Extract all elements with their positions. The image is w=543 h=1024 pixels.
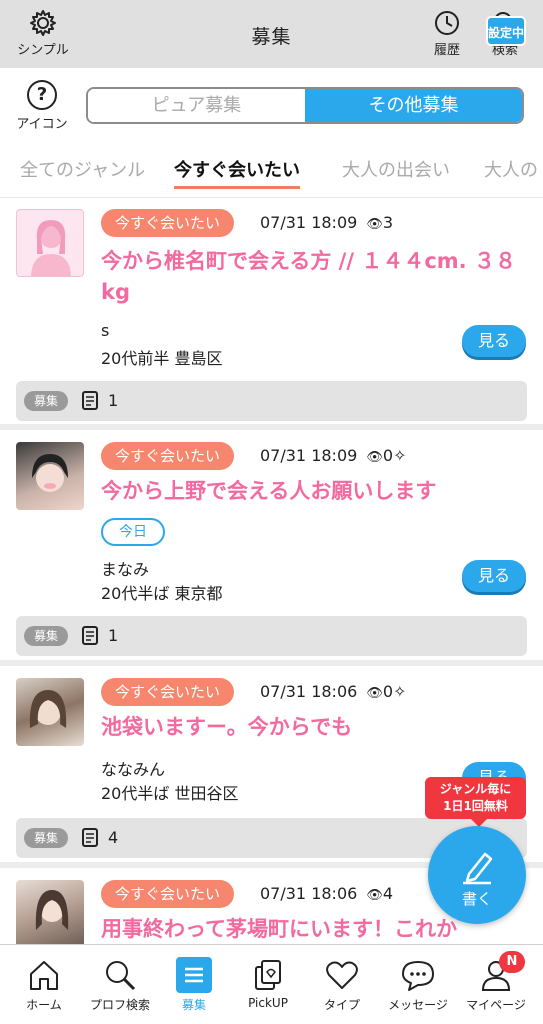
post-meta: 07/31 18:06 👁0✧ [260, 682, 407, 701]
document-icon [82, 626, 98, 645]
icon-help-button[interactable]: ? アイコン [10, 80, 74, 132]
recruit-count: 1 [108, 626, 119, 645]
post-meta: 07/31 18:09 👁0✧ [260, 446, 407, 465]
user-photo-icon [32, 454, 68, 492]
nav-pickup-label: PickUP [248, 996, 288, 1010]
tab-other-recruit[interactable]: その他募集 [305, 89, 522, 122]
genre-pill: 今すぐ会いたい [101, 442, 235, 470]
history-label: 履歴 [433, 43, 460, 58]
genre-tab-adult[interactable]: 大人の出会い [342, 156, 450, 182]
user-name: s [101, 321, 110, 340]
recruit-pill: 募集 [24, 626, 69, 646]
header-bar: シンプル 募集 履歴 検索 設定中 [0, 0, 543, 68]
sparkle-icon: ✧ [393, 682, 407, 701]
user-info: 20代半ば 東京都 [101, 584, 223, 603]
post-card[interactable]: 今すぐ会いたい 07/31 18:09 👁0✧ 今から上野で会える人お願いします… [0, 436, 543, 666]
post-date: 07/31 18:09 [260, 446, 358, 465]
genre-tab-meet-now[interactable]: 今すぐ会いたい [174, 156, 300, 189]
write-post-button[interactable]: 書く [428, 826, 526, 924]
chat-bubble-icon [402, 961, 434, 991]
write-post-label: 書く [461, 890, 492, 908]
post-meta: 07/31 18:09 👁3 [260, 213, 393, 232]
nav-message[interactable]: メッセージ [380, 951, 456, 1013]
nav-message-label: メッセージ [388, 998, 448, 1012]
recruit-list-icon [176, 957, 212, 993]
user-name: ななみん [101, 760, 166, 779]
view-count: 4 [382, 884, 394, 903]
magnifier-icon [106, 961, 136, 991]
user-info: 20代半ば 世田谷区 [101, 784, 239, 803]
promo-line-2: 1日1回無料 [443, 799, 508, 813]
avatar[interactable] [16, 678, 84, 746]
genre-tab-all[interactable]: 全てのジャンル [20, 156, 145, 182]
genre-pill: 今すぐ会いたい [101, 678, 235, 706]
clock-icon [435, 11, 459, 35]
avatar[interactable] [16, 209, 84, 277]
view-count: 0 [382, 446, 394, 465]
genre-tabs: 全てのジャンル 今すぐ会いたい 大人の出会い 大人の [0, 150, 543, 198]
document-icon [82, 391, 98, 410]
heart-icon [326, 961, 358, 989]
avatar[interactable] [16, 880, 84, 944]
nav-profile-search-label: プロフ検索 [89, 998, 150, 1012]
sparkle-icon: ✧ [393, 446, 407, 465]
view-button[interactable]: 見る [462, 560, 526, 592]
user-info: 20代前半 豊島区 [101, 349, 223, 368]
notification-badge: N [499, 951, 525, 973]
promo-line-1: ジャンル毎に [439, 782, 512, 796]
search-setting-badge: 設定中 [486, 16, 526, 46]
today-badge: 今日 [101, 518, 165, 546]
default-avatar-icon [31, 220, 71, 276]
nav-pickup[interactable]: PickUP [230, 951, 306, 1010]
tab-pure-recruit[interactable]: ピュア募集 [88, 89, 305, 122]
view-count: 0 [382, 682, 394, 701]
nav-mypage-label: マイページ [466, 998, 526, 1012]
nav-home[interactable]: ホーム [6, 951, 82, 1013]
icon-help-label: アイコン [16, 117, 68, 132]
eye-icon: 👁 [366, 217, 383, 232]
home-icon [30, 961, 58, 990]
post-title[interactable]: 今から椎名町で会える方 // １４４cm. ３８kg [101, 246, 521, 308]
eye-icon: 👁 [366, 686, 383, 701]
card-footer: 募集 1 [16, 616, 527, 656]
genre-pill: 今すぐ会いたい [101, 209, 235, 237]
post-date: 07/31 18:09 [260, 213, 358, 232]
post-meta: 07/31 18:06 👁4 [260, 884, 393, 903]
nav-home-label: ホーム [26, 998, 62, 1012]
card-footer: 募集 1 [16, 381, 527, 421]
post-title[interactable]: 池袋いますー。今からでも [101, 712, 521, 743]
nav-recruit-label: 募集 [181, 998, 206, 1012]
photo-cards-icon [255, 960, 281, 990]
genre-pill: 今すぐ会いたい [101, 880, 235, 908]
genre-tab-adult-2[interactable]: 大人の [484, 156, 538, 182]
post-title[interactable]: 今から上野で会える人お願いします [101, 476, 521, 507]
view-button[interactable]: 見る [462, 325, 526, 357]
eye-icon: 👁 [366, 888, 383, 903]
view-count: 3 [382, 213, 394, 232]
post-date: 07/31 18:06 [260, 884, 358, 903]
avatar[interactable] [16, 442, 84, 510]
nav-profile-search[interactable]: プロフ検索 [82, 951, 158, 1013]
bottom-nav: ホーム プロフ検索 募集 PickUP タイプ メッセージ マイページ [0, 944, 543, 1024]
nav-type-label: タイプ [323, 998, 360, 1012]
help-icon: ? [27, 80, 57, 110]
post-date: 07/31 18:06 [260, 682, 358, 701]
pen-icon [463, 852, 493, 885]
recruit-count: 1 [108, 391, 119, 410]
recruit-pill: 募集 [24, 391, 69, 411]
recruit-count: 4 [108, 828, 119, 847]
document-icon [82, 828, 98, 847]
user-photo-icon [29, 690, 67, 728]
free-post-promo: ジャンル毎に 1日1回無料 [425, 777, 526, 827]
nav-type[interactable]: タイプ [304, 951, 380, 1013]
nav-recruit[interactable]: 募集 [156, 951, 232, 1013]
user-name: まなみ [101, 560, 150, 579]
user-photo-icon [35, 890, 69, 930]
eye-icon: 👁 [366, 450, 383, 465]
recruit-type-toggle: ピュア募集 その他募集 [86, 87, 524, 124]
post-card[interactable]: 今すぐ会いたい 07/31 18:09 👁3 今から椎名町で会える方 // １４… [0, 199, 543, 430]
recruit-pill: 募集 [24, 828, 69, 848]
